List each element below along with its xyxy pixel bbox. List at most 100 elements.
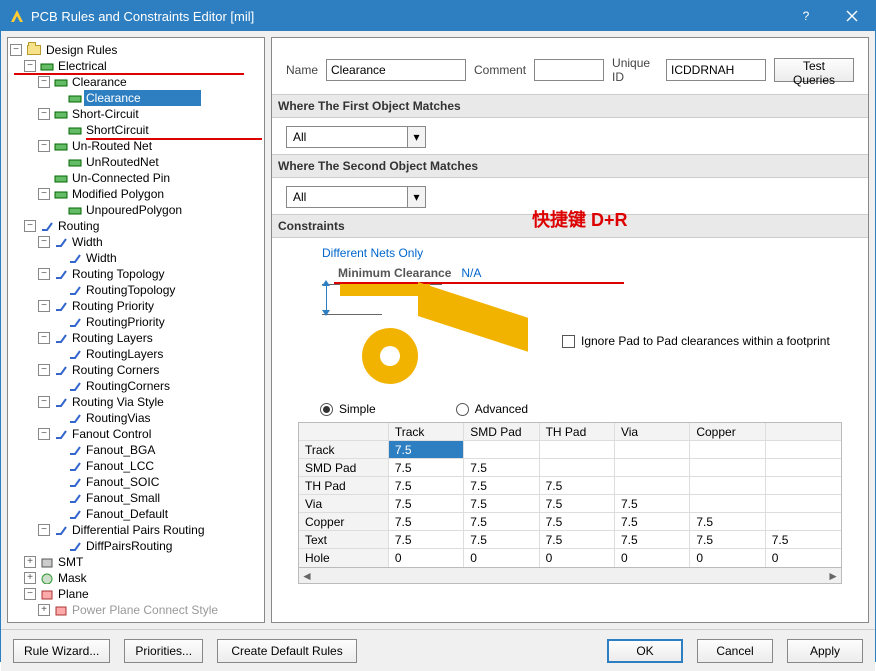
grid-cell[interactable] (766, 459, 841, 476)
expander-icon[interactable]: − (38, 396, 50, 408)
tree-node-fanout-group[interactable]: −Fanout Control (10, 426, 262, 442)
tree-node-smt[interactable]: +SMT (10, 554, 262, 570)
grid-cell[interactable]: 7.5 (540, 477, 615, 494)
expander-icon[interactable]: − (38, 236, 50, 248)
grid-cell[interactable]: 7.5 (389, 495, 464, 512)
grid-cell[interactable] (690, 495, 765, 512)
expander-icon[interactable]: − (24, 220, 36, 232)
grid-cell[interactable] (766, 495, 841, 512)
grid-cell[interactable]: 7.5 (690, 513, 765, 530)
grid-cell[interactable] (766, 441, 841, 458)
tree-node-rlayers-rule[interactable]: RoutingLayers (10, 346, 262, 362)
tree-node-unconnected[interactable]: Un-Connected Pin (10, 170, 262, 186)
grid-cell[interactable] (766, 513, 841, 530)
grid-cell[interactable]: 7.5 (464, 477, 539, 494)
tree-node-fanout-default[interactable]: Fanout_Default (10, 506, 262, 522)
tree-node-design-rules[interactable]: −Design Rules (10, 42, 262, 58)
rules-tree[interactable]: −Design Rules −Electrical −Clearance Cle… (8, 38, 264, 622)
expander-icon[interactable]: − (38, 108, 50, 120)
grid-cell[interactable] (540, 459, 615, 476)
tree-node-fanout-lcc[interactable]: Fanout_LCC (10, 458, 262, 474)
grid-row[interactable]: TH Pad7.57.57.5 (299, 477, 841, 495)
expander-icon[interactable]: − (38, 140, 50, 152)
grid-cell[interactable]: 7.5 (540, 513, 615, 530)
grid-cell[interactable]: 7.5 (389, 441, 464, 458)
rule-wizard-button[interactable]: Rule Wizard... (13, 639, 110, 663)
tree-node-clearance-group[interactable]: −Clearance (10, 74, 262, 90)
expander-icon[interactable]: − (38, 188, 50, 200)
grid-cell[interactable]: 0 (690, 549, 765, 567)
tree-node-rvia-group[interactable]: −Routing Via Style (10, 394, 262, 410)
expander-icon[interactable]: + (38, 604, 50, 616)
tree-node-routing[interactable]: −Routing (10, 218, 262, 234)
grid-cell[interactable] (540, 441, 615, 458)
tree-node-width-rule[interactable]: Width (10, 250, 262, 266)
grid-cell[interactable]: 0 (540, 549, 615, 567)
first-scope-select[interactable]: All ▾ (286, 126, 426, 148)
tree-node-rtopo-group[interactable]: −Routing Topology (10, 266, 262, 282)
mode-advanced-radio[interactable]: Advanced (456, 402, 528, 416)
create-default-rules-button[interactable]: Create Default Rules (217, 639, 357, 663)
grid-cell[interactable]: 7.5 (389, 531, 464, 548)
grid-cell[interactable]: 0 (615, 549, 690, 567)
grid-cell[interactable]: 7.5 (464, 459, 539, 476)
tree-node-diffpair-rule[interactable]: DiffPairsRouting (10, 538, 262, 554)
grid-cell[interactable]: 7.5 (615, 531, 690, 548)
grid-cell[interactable] (615, 441, 690, 458)
grid-row[interactable]: Text7.57.57.57.57.57.5 (299, 531, 841, 549)
tree-node-plane[interactable]: −Plane (10, 586, 262, 602)
name-input[interactable] (326, 59, 466, 81)
grid-cell[interactable]: 0 (766, 549, 841, 567)
grid-cell[interactable]: 0 (464, 549, 539, 567)
cancel-button[interactable]: Cancel (697, 639, 773, 663)
test-queries-button[interactable]: Test Queries (774, 58, 854, 82)
tree-node-diffpair-group[interactable]: −Differential Pairs Routing (10, 522, 262, 538)
grid-row[interactable]: Hole000000 (299, 549, 841, 567)
grid-cell[interactable]: 7.5 (389, 477, 464, 494)
grid-cell[interactable] (690, 477, 765, 494)
expander-icon[interactable]: − (38, 524, 50, 536)
grid-cell[interactable]: 7.5 (389, 513, 464, 530)
tree-node-rcorners-rule[interactable]: RoutingCorners (10, 378, 262, 394)
grid-cell[interactable] (615, 477, 690, 494)
grid-cell[interactable] (615, 459, 690, 476)
tree-node-rtopo-rule[interactable]: RoutingTopology (10, 282, 262, 298)
grid-cell[interactable]: 0 (389, 549, 464, 567)
tree-node-mask[interactable]: +Mask (10, 570, 262, 586)
grid-cell[interactable] (690, 441, 765, 458)
close-button[interactable] (829, 1, 875, 31)
scroll-right-icon[interactable]: ► (827, 569, 839, 583)
grid-cell[interactable]: 7.5 (389, 459, 464, 476)
tree-node-short-rule[interactable]: ShortCircuit (10, 122, 262, 138)
min-clearance-value[interactable]: N/A (461, 266, 481, 280)
tree-node-ppcs[interactable]: +Power Plane Connect Style (10, 602, 262, 618)
expander-icon[interactable]: − (38, 332, 50, 344)
tree-node-unrouted-group[interactable]: −Un-Routed Net (10, 138, 262, 154)
tree-node-fanout-small[interactable]: Fanout_Small (10, 490, 262, 506)
grid-cell[interactable]: 7.5 (690, 531, 765, 548)
grid-cell[interactable]: 7.5 (464, 531, 539, 548)
tree-node-electrical[interactable]: −Electrical (10, 58, 262, 74)
grid-row[interactable]: Via7.57.57.57.5 (299, 495, 841, 513)
apply-button[interactable]: Apply (787, 639, 863, 663)
grid-cell[interactable]: 7.5 (766, 531, 841, 548)
uniqueid-input[interactable] (666, 59, 766, 81)
ignore-pad-checkbox[interactable]: Ignore Pad to Pad clearances within a fo… (562, 334, 830, 348)
grid-row[interactable]: Track7.5 (299, 441, 841, 459)
tree-node-width-group[interactable]: −Width (10, 234, 262, 250)
expander-icon[interactable]: + (24, 556, 36, 568)
tree-node-fanout-bga[interactable]: Fanout_BGA (10, 442, 262, 458)
expander-icon[interactable]: − (38, 428, 50, 440)
grid-cell[interactable] (464, 441, 539, 458)
tree-node-rprio-group[interactable]: −Routing Priority (10, 298, 262, 314)
grid-cell[interactable]: 7.5 (615, 513, 690, 530)
expander-icon[interactable]: − (38, 268, 50, 280)
expander-icon[interactable]: − (24, 60, 36, 72)
grid-cell[interactable]: 7.5 (464, 513, 539, 530)
ok-button[interactable]: OK (607, 639, 683, 663)
clearance-matrix-grid[interactable]: Track SMD Pad TH Pad Via Copper Track7.5… (298, 422, 842, 568)
expander-icon[interactable]: − (38, 76, 50, 88)
expander-icon[interactable]: − (24, 588, 36, 600)
grid-cell[interactable]: 7.5 (540, 531, 615, 548)
comment-input[interactable] (534, 59, 604, 81)
